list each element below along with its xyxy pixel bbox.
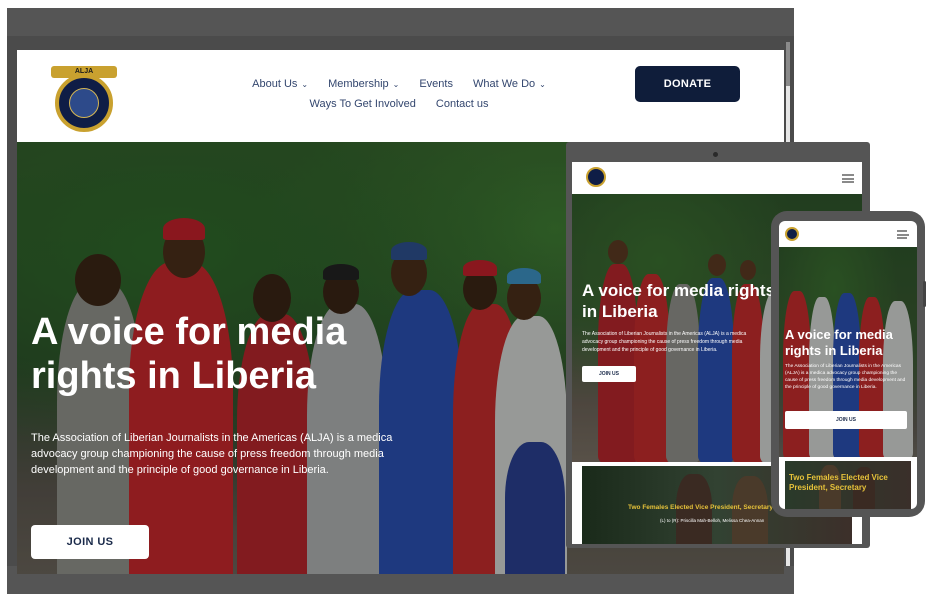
- phone-join-us-button[interactable]: JOIN US: [785, 411, 907, 429]
- desktop-top-bezel: [7, 8, 794, 36]
- hamburger-menu-icon[interactable]: [842, 174, 854, 183]
- hero-title: A voice for media rights in Liberia: [31, 311, 347, 397]
- phone-screen: A voice for media rights in Liberia The …: [779, 221, 917, 509]
- tablet-join-us-button[interactable]: JOIN US: [582, 366, 636, 382]
- nav-item-contact-us[interactable]: Contact us: [436, 98, 489, 110]
- nav-item-membership[interactable]: Membership ⌄: [328, 78, 399, 90]
- phone-hero-description: The Association of Liberian Journalists …: [785, 364, 906, 390]
- nav-row-primary: About Us ⌄ Membership ⌄ Events What We Do ⌄: [239, 74, 559, 94]
- tablet-hero-title: A voice for media rights in Liberia: [582, 281, 776, 321]
- phone-hero-title: A voice for media rights in Liberia: [785, 327, 893, 358]
- phone-side-button: [923, 281, 926, 307]
- scrollbar-thumb[interactable]: [786, 42, 790, 86]
- phone-news-title: Two Females Elected Vice President, Secr…: [789, 473, 888, 492]
- nav-item-ways-to-get-involved[interactable]: Ways To Get Involved: [310, 98, 416, 110]
- logo-ribbon: ALJA: [51, 66, 117, 78]
- tablet-logo[interactable]: [586, 167, 606, 187]
- nav-label: About Us: [252, 78, 298, 90]
- tablet-header: [572, 162, 862, 194]
- tablet-hero-description: The Association of Liberian Journalists …: [582, 331, 747, 353]
- nav-label: Membership: [328, 78, 389, 90]
- nav-label: Events: [419, 78, 453, 90]
- hamburger-menu-icon[interactable]: [897, 230, 909, 239]
- hero-description: The Association of Liberian Journalists …: [31, 432, 393, 476]
- logo-seal-center: [69, 88, 99, 118]
- tablet-news-caption: (L) to (R): Priscilla Mah-Belloh, Meliss…: [660, 518, 765, 523]
- tablet-camera: [713, 152, 718, 157]
- donate-button[interactable]: DONATE: [635, 66, 740, 102]
- chevron-down-icon: ⌄: [392, 80, 400, 89]
- nav-item-what-we-do[interactable]: What We Do ⌄: [473, 78, 546, 90]
- phone-logo[interactable]: [785, 227, 799, 241]
- alja-logo[interactable]: ALJA: [51, 64, 117, 132]
- phone-mockup: A voice for media rights in Liberia The …: [771, 211, 926, 517]
- mockup-stage: ALJA About Us ⌄ Membership ⌄ Events What W…: [0, 0, 931, 600]
- nav-label: What We Do: [472, 78, 536, 90]
- nav-row-secondary: Ways To Get Involved Contact us: [239, 94, 559, 114]
- join-us-button[interactable]: JOIN US: [31, 525, 149, 559]
- site-header: ALJA About Us ⌄ Membership ⌄ Events What W…: [17, 50, 784, 142]
- phone-news-card[interactable]: Two Females Elected Vice President, Secr…: [785, 461, 911, 509]
- main-nav: About Us ⌄ Membership ⌄ Events What We Do ⌄…: [239, 74, 559, 114]
- nav-item-events[interactable]: Events: [419, 78, 453, 90]
- chevron-down-icon: ⌄: [301, 80, 309, 89]
- logo-seal: [55, 74, 113, 132]
- tablet-news-title: Two Females Elected Vice President, Secr…: [628, 504, 773, 511]
- nav-item-about-us[interactable]: About Us ⌄: [252, 78, 308, 90]
- chevron-down-icon: ⌄: [539, 80, 546, 89]
- phone-hero: A voice for media rights in Liberia The …: [779, 247, 917, 457]
